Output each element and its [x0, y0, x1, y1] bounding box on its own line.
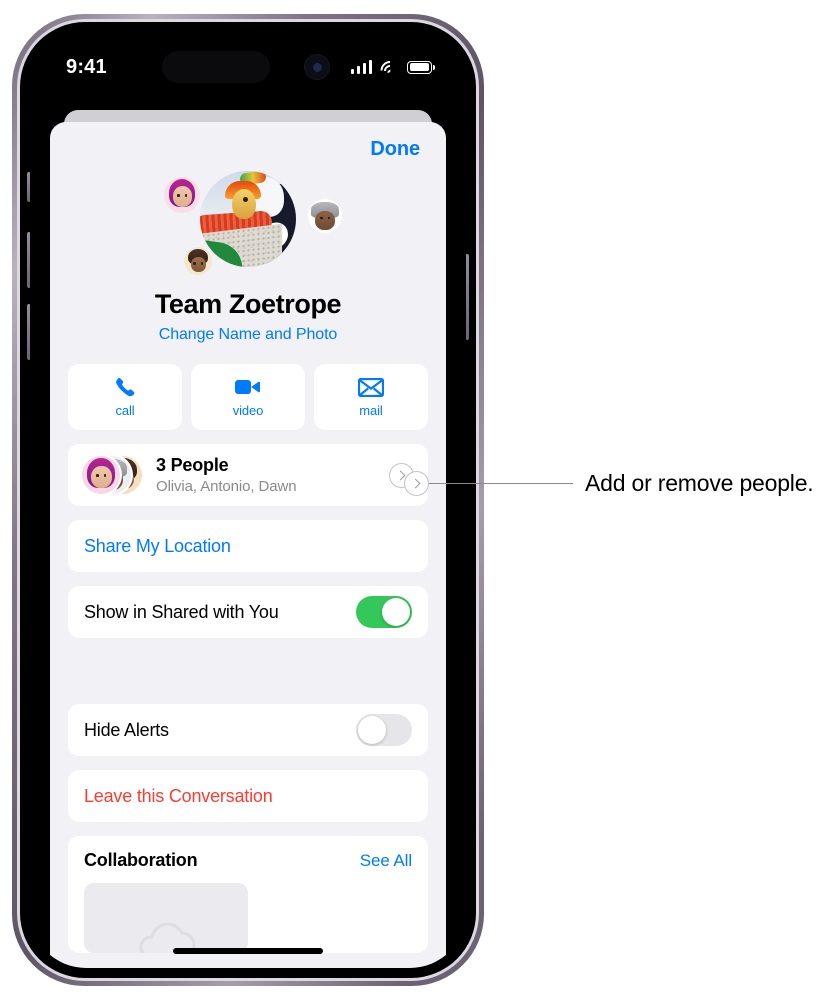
people-row-text: 3 People Olivia, Antonio, Dawn [156, 455, 297, 495]
people-names-label: Olivia, Antonio, Dawn [156, 478, 297, 495]
mail-button-label: mail [359, 403, 383, 418]
share-location-card: Share My Location [68, 520, 428, 572]
video-camera-icon [235, 376, 261, 398]
memoji-gray-beanie-icon [308, 199, 342, 233]
sheet-content: Done 5 Team Zoetrope Change Name and Pho… [50, 122, 446, 968]
quick-actions-row: call video mail [68, 364, 428, 430]
annotation-callout: Add or remove people. [404, 470, 814, 497]
see-all-button[interactable]: See All [360, 851, 412, 871]
call-button-label: call [115, 403, 135, 418]
people-card: 3 People Olivia, Antonio, Dawn [68, 444, 428, 506]
people-count-label: 3 People [156, 455, 229, 475]
share-my-location-label: Share My Location [84, 535, 231, 556]
device-screen: 9:41 Done 5 Team Zoetrope Change Name an… [30, 32, 466, 968]
front-camera-icon [304, 54, 330, 80]
change-name-and-photo-button[interactable]: Change Name and Photo [68, 326, 428, 344]
hide-alerts-toggle[interactable] [356, 714, 412, 746]
mail-button[interactable]: mail [314, 364, 428, 430]
toggle-knob [382, 598, 410, 626]
stack-avatar-olivia [82, 456, 120, 494]
hide-alerts-card: Hide Alerts [68, 704, 428, 756]
member-avatar-dawn[interactable] [184, 247, 212, 275]
leave-conversation-card: Leave this Conversation [68, 770, 428, 822]
device-frame-inner-band: 9:41 Done 5 Team Zoetrope Change Name an… [17, 19, 479, 981]
group-details-sheet: Done 5 Team Zoetrope Change Name and Pho… [50, 122, 446, 968]
video-button-label: video [232, 403, 264, 418]
collaboration-title: Collaboration [84, 850, 198, 870]
toucan-memoji-icon [224, 171, 267, 221]
shared-with-you-card: Show in Shared with You [68, 586, 428, 638]
screenshot-stage: 9:41 Done 5 Team Zoetrope Change Name an… [0, 0, 826, 998]
device-body: 9:41 Done 5 Team Zoetrope Change Name an… [20, 22, 476, 978]
group-photo-avatar[interactable] [200, 171, 296, 267]
done-button[interactable]: Done [370, 138, 420, 161]
collaboration-header: Collaboration See All [84, 850, 412, 871]
show-in-shared-with-you-label: Show in Shared with You [84, 601, 279, 622]
show-in-shared-with-you-toggle[interactable] [356, 596, 412, 628]
show-in-shared-with-you-row[interactable]: Show in Shared with You [68, 586, 428, 638]
cellular-bars-icon [350, 60, 372, 74]
video-button[interactable]: video [191, 364, 305, 430]
leave-this-conversation-row[interactable]: Leave this Conversation [68, 770, 428, 822]
iphone-device-frame: 9:41 Done 5 Team Zoetrope Change Name an… [12, 14, 484, 986]
leave-this-conversation-label: Leave this Conversation [84, 785, 273, 806]
sheet-header: Done [68, 122, 428, 161]
envelope-icon [358, 376, 384, 398]
memoji-pink-hair-icon [82, 456, 120, 494]
annotation-target-chevron-icon [404, 471, 429, 496]
status-bar: 9:41 [30, 32, 466, 90]
people-row[interactable]: 3 People Olivia, Antonio, Dawn [68, 444, 428, 506]
collaboration-thumbnail[interactable] [84, 883, 248, 953]
battery-icon [407, 60, 435, 74]
annotation-text: Add or remove people. [585, 470, 814, 496]
home-indicator[interactable] [173, 948, 323, 954]
member-avatar-antonio[interactable] [308, 199, 342, 233]
hide-alerts-label: Hide Alerts [84, 719, 169, 740]
collaboration-card: Collaboration See All [68, 836, 428, 953]
status-bar-time: 9:41 [66, 55, 107, 78]
group-avatar-cluster[interactable] [148, 169, 348, 287]
dynamic-island [162, 51, 270, 83]
call-button[interactable]: call [68, 364, 182, 430]
share-my-location-row[interactable]: Share My Location [68, 520, 428, 572]
memoji-pink-hair-icon [164, 177, 200, 213]
member-avatar-olivia[interactable] [164, 177, 200, 213]
memoji-dark-hair-icon [184, 247, 212, 275]
annotation-leader-line [429, 482, 573, 485]
group-name-title: Team Zoetrope [154, 289, 342, 319]
phone-icon [112, 376, 138, 398]
member-avatar-stack [82, 454, 146, 496]
status-bar-indicators [350, 57, 435, 84]
toggle-knob [358, 716, 386, 744]
wifi-icon [376, 57, 403, 84]
hide-alerts-row[interactable]: Hide Alerts [68, 704, 428, 756]
